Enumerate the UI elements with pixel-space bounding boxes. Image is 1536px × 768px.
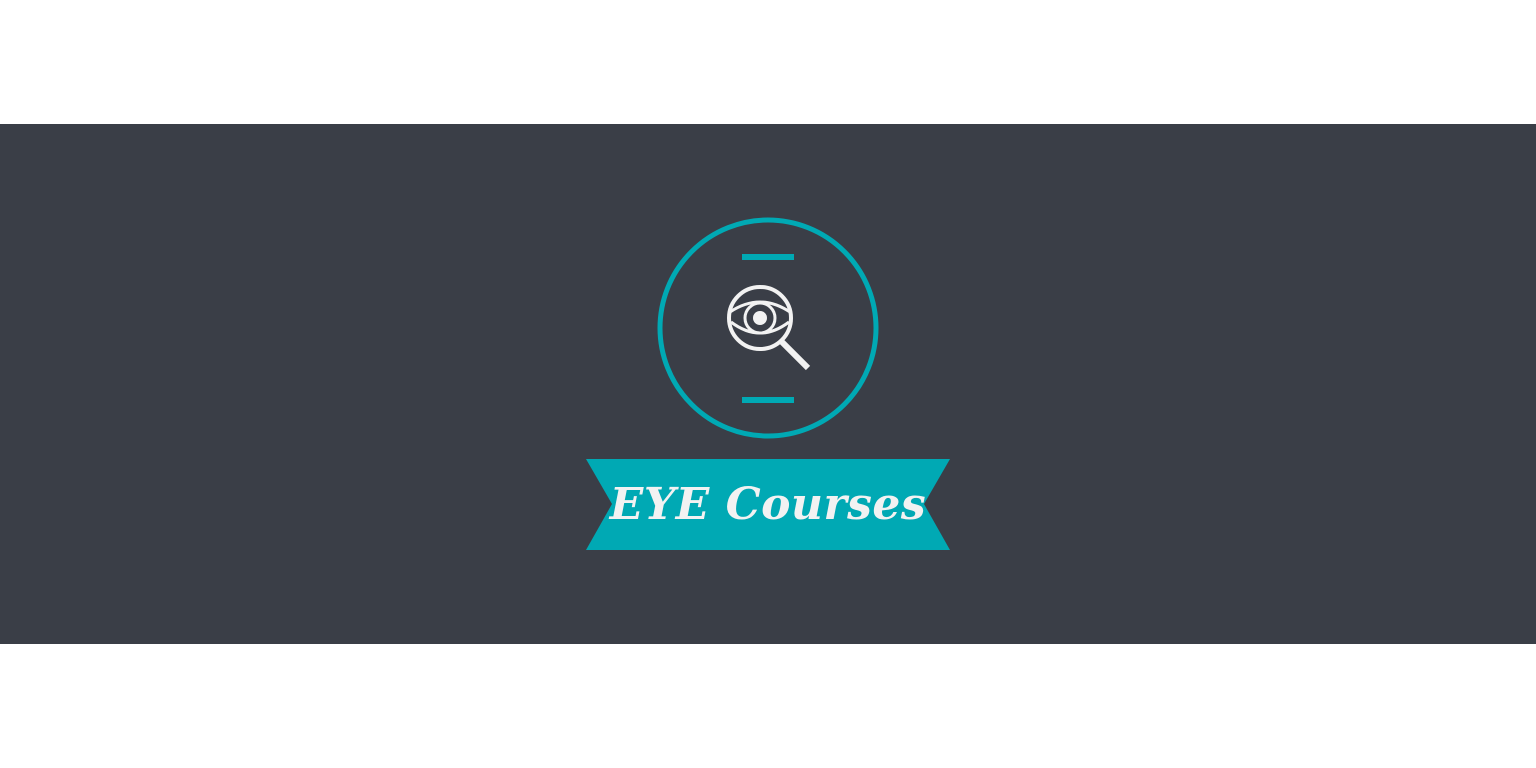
eye-magnifier-icon (727, 285, 811, 371)
page: EYE Courses (0, 0, 1536, 768)
top-dash (742, 254, 794, 260)
bottom-dash (742, 397, 794, 403)
logo-emblem (586, 217, 950, 550)
ring (657, 217, 879, 439)
banner-title: EYE Courses (609, 478, 927, 530)
